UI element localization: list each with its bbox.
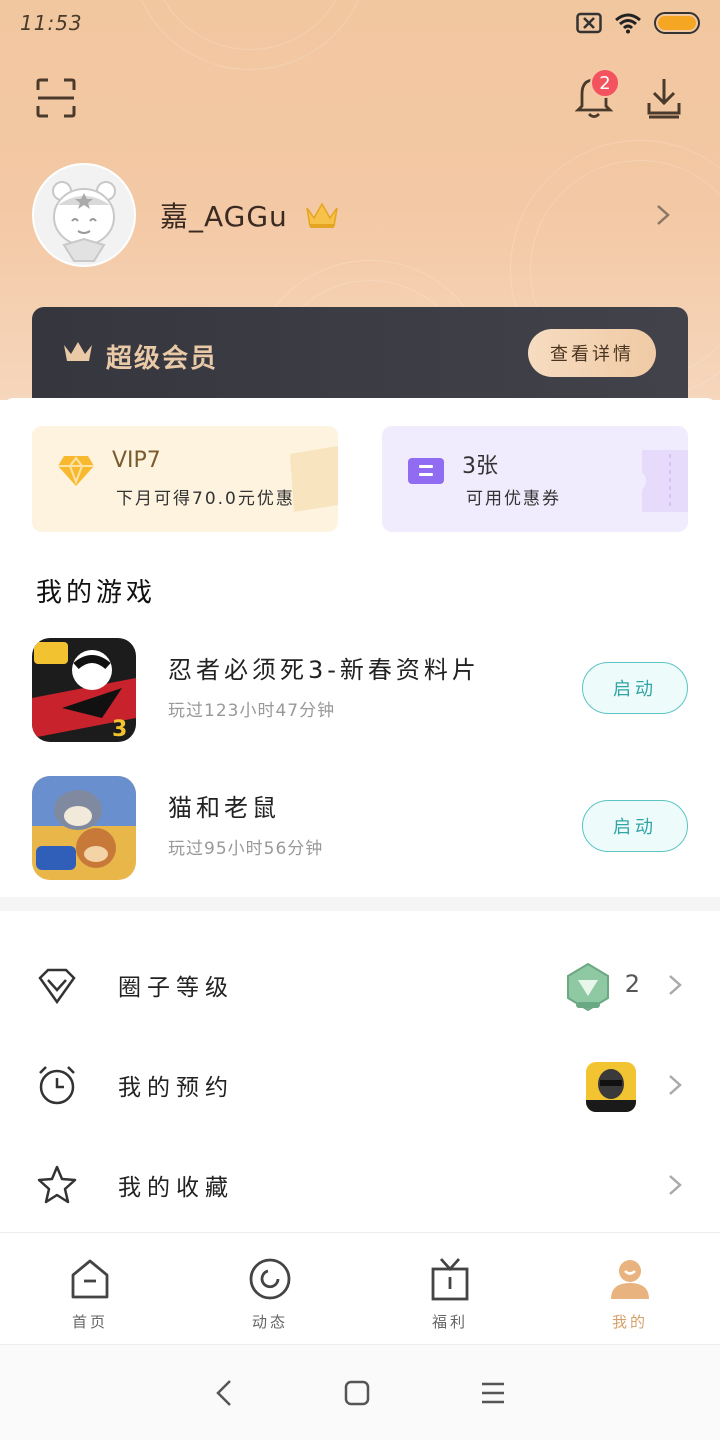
ticket-decoration-icon: [642, 450, 688, 512]
status-icons: [576, 12, 700, 34]
vip-perk-card[interactable]: VIP7 下月可得70.0元优惠券: [32, 426, 338, 532]
chevron-right-icon: [669, 975, 682, 995]
menu-label: 我的预约: [118, 1075, 234, 1101]
username: 嘉_AGGu: [160, 200, 288, 233]
home-icon: [71, 1259, 109, 1299]
launch-button[interactable]: 启动: [582, 800, 688, 852]
vip-title: 超级会员: [106, 344, 219, 374]
game-row[interactable]: 猫和老鼠 玩过95小时56分钟 启动: [32, 776, 688, 880]
coupon-card[interactable]: 3张 可用优惠券: [382, 426, 688, 532]
avatar[interactable]: [32, 163, 136, 267]
game-icon-ninja[interactable]: 3: [32, 638, 136, 742]
tab-label: 动态: [251, 1313, 288, 1331]
scan-icon: [36, 78, 76, 118]
vip-banner[interactable]: 超级会员 查看详情: [32, 307, 688, 407]
no-sim-icon: [576, 12, 602, 34]
profile-icon: [611, 1260, 649, 1299]
tom-and-jerry-game-icon: [32, 776, 136, 880]
game-name: 忍者必须死3-新春资料片: [168, 656, 480, 684]
gift-icon: [431, 1258, 469, 1301]
menu-item-reservations[interactable]: 我的预约: [0, 1040, 720, 1130]
ninja-game-icon: 3: [32, 638, 136, 742]
battery-icon: [654, 12, 700, 34]
back-icon[interactable]: [214, 1378, 234, 1408]
menu-label: 圈子等级: [118, 975, 234, 1001]
star-icon: [37, 1165, 77, 1204]
download-icon: [647, 79, 681, 119]
main-content: VIP7 下月可得70.0元优惠券 3张 可用优惠券 我的游戏 3 忍者必须死3…: [0, 398, 720, 898]
status-time: 11:53: [20, 11, 83, 35]
coupon-desc: 可用优惠券: [466, 489, 561, 509]
level-badge-icon: [567, 962, 609, 1012]
avatar-illustration: [34, 165, 134, 265]
vip-banner-crown-icon: [64, 342, 92, 361]
bottom-tabbar: 首页 动态 福利 我的: [0, 1232, 720, 1344]
vip-level: VIP7: [112, 448, 161, 473]
menu-item-favorites[interactable]: 我的收藏: [0, 1140, 720, 1230]
chevron-right-icon: [657, 205, 670, 225]
vip-crown-icon: [306, 202, 338, 228]
section-divider: [0, 897, 720, 911]
top-actions: 2: [0, 68, 720, 130]
download-button[interactable]: [636, 70, 692, 126]
launch-button[interactable]: 启动: [582, 662, 688, 714]
coupon-count: 3张: [462, 454, 498, 479]
home-button-icon[interactable]: [344, 1380, 370, 1406]
alarm-clock-icon: [39, 1066, 75, 1105]
tab-welfare[interactable]: 福利: [360, 1233, 540, 1344]
tab-label: 福利: [431, 1313, 468, 1331]
circle-level-value: 2: [624, 970, 640, 998]
reserved-game-thumbnail: [586, 1062, 636, 1112]
my-games-title: 我的游戏: [36, 578, 157, 608]
menu-label: 我的收藏: [118, 1175, 234, 1201]
menu-item-circle-level[interactable]: 圈子等级 2: [0, 940, 720, 1030]
level-diamond-icon: [38, 968, 76, 1005]
menu-icon[interactable]: [480, 1381, 506, 1405]
game-playtime: 玩过95小时56分钟: [168, 839, 324, 859]
tab-label: 我的: [611, 1313, 648, 1331]
tab-home[interactable]: 首页: [0, 1233, 180, 1344]
tab-feed[interactable]: 动态: [180, 1233, 360, 1344]
wifi-icon: [615, 13, 641, 34]
game-row[interactable]: 3 忍者必须死3-新春资料片 玩过123小时47分钟 启动: [32, 638, 688, 742]
svg-text:3: 3: [112, 717, 127, 742]
chevron-right-icon: [669, 1175, 682, 1195]
game-name: 猫和老鼠: [168, 794, 280, 822]
game-playtime: 玩过123小时47分钟: [168, 701, 336, 721]
chevron-right-icon: [669, 1075, 682, 1095]
tab-profile[interactable]: 我的: [540, 1233, 720, 1344]
vip-detail-button[interactable]: 查看详情: [528, 329, 656, 377]
notification-badge: 2: [590, 68, 620, 98]
system-navbar: [0, 1344, 720, 1440]
envelope-decoration-icon: [290, 446, 338, 512]
pubg-game-icon: [586, 1062, 636, 1112]
scan-button[interactable]: [28, 70, 84, 126]
game-icon-tom-jerry[interactable]: [32, 776, 136, 880]
notifications-button[interactable]: 2: [566, 68, 622, 126]
status-bar: 11:53: [0, 0, 720, 46]
profile-row[interactable]: 嘉_AGGu: [32, 162, 688, 268]
coupon-icon: [408, 458, 444, 484]
diamond-icon: [58, 456, 94, 486]
feed-icon: [249, 1258, 291, 1300]
tab-label: 首页: [71, 1313, 108, 1331]
